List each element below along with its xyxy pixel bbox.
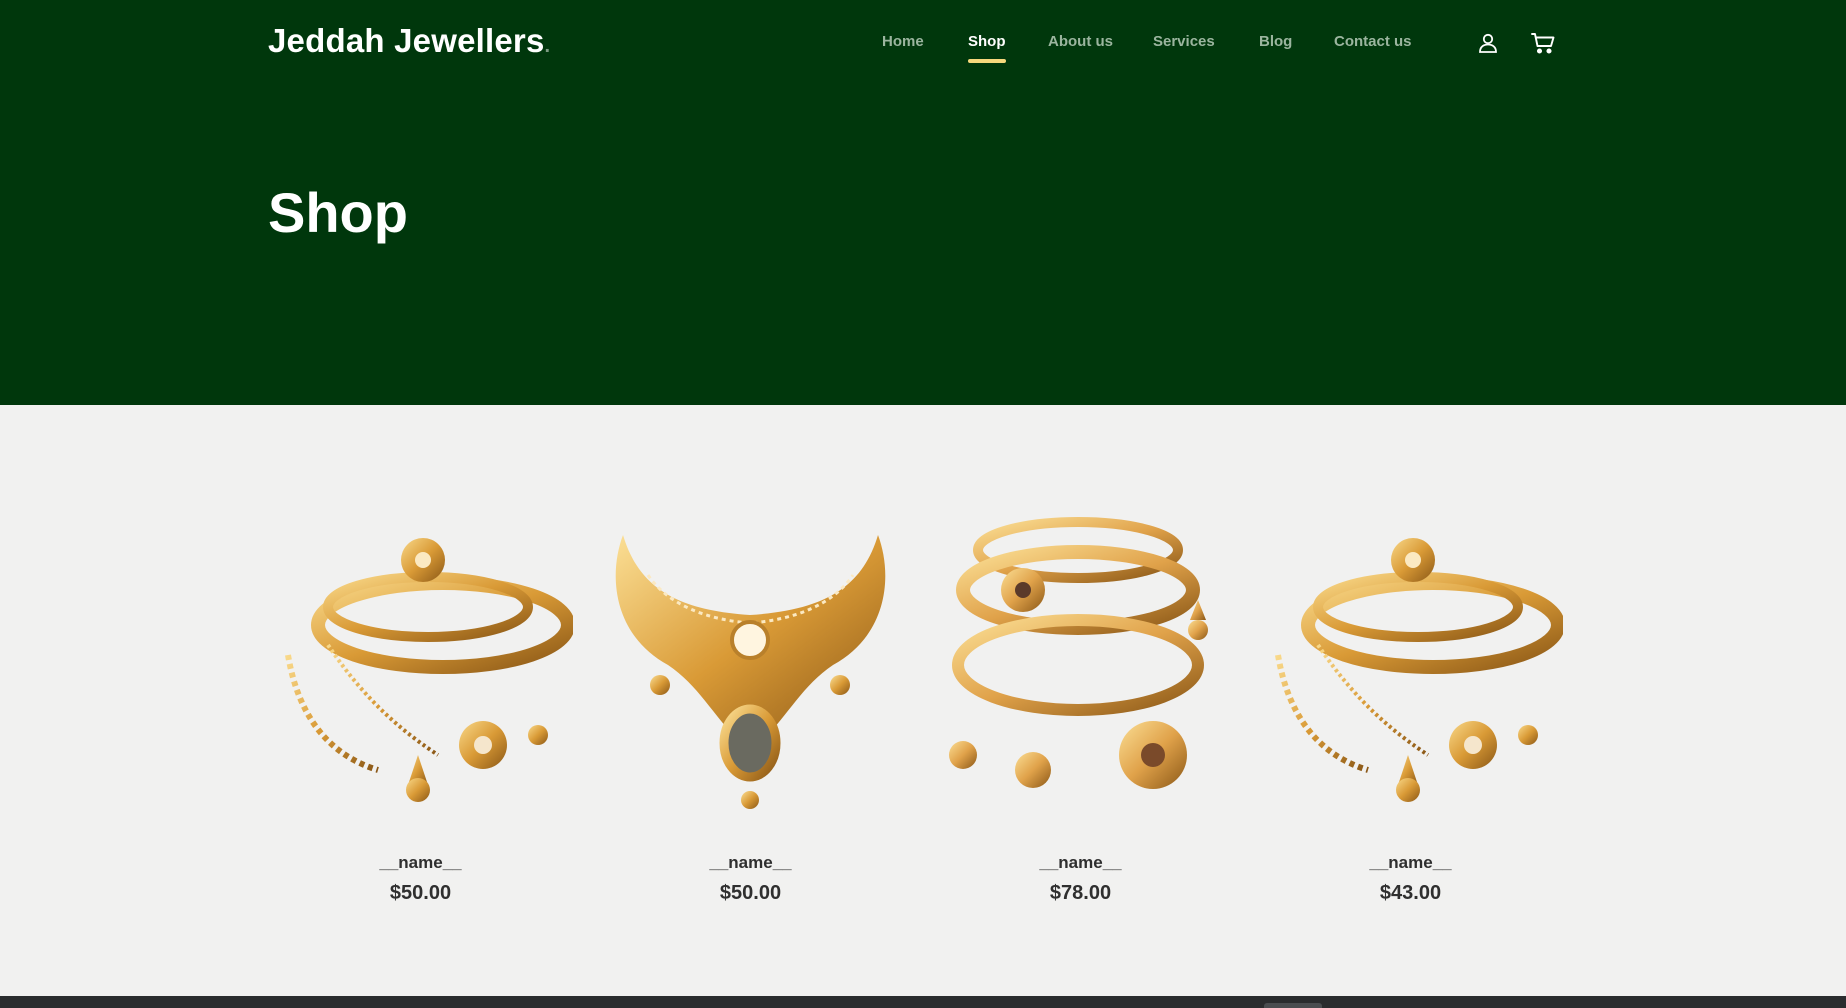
nav-item-contact-us[interactable]: Contact us [1334, 33, 1412, 50]
nav-item-services[interactable]: Services [1153, 33, 1215, 50]
product-card[interactable]: __name__ $78.00 [928, 515, 1233, 915]
hero-header: Jeddah Jewellers. Home Shop About us Ser… [0, 0, 1846, 405]
active-nav-underline [968, 59, 1006, 63]
nav-item-shop-label: Shop [968, 33, 1006, 50]
cart-icon [1531, 33, 1555, 54]
gold-bangles-earrings-image [949, 517, 1208, 789]
product-card[interactable]: __name__ $50.00 [598, 515, 903, 915]
product-name: __name__ [1039, 853, 1122, 872]
product-price: $43.00 [1379, 882, 1442, 904]
brand-logo[interactable]: Jeddah Jewellers. [268, 22, 550, 60]
product-card[interactable]: __name__ $50.00 [268, 515, 573, 915]
nav-item-about-us[interactable]: About us [1048, 33, 1113, 50]
user-icon [1479, 33, 1497, 53]
gold-necklace-image [615, 535, 886, 809]
product-card[interactable]: __name__ $43.00 [1258, 515, 1563, 915]
product-name: __name__ [379, 853, 462, 872]
nav-item-home[interactable]: Home [882, 33, 924, 50]
gold-bangles-jewelry-set-image [285, 538, 573, 802]
product-grid: __name__ $50.00 __name__ $50.00 __name__… [268, 515, 1588, 915]
nav-item-blog[interactable]: Blog [1259, 33, 1292, 50]
bottom-bar [0, 996, 1846, 1008]
page-title: Shop [268, 181, 408, 244]
product-price: $50.00 [719, 882, 782, 904]
product-price: $50.00 [389, 882, 452, 904]
nav-item-shop[interactable]: Shop [968, 33, 1006, 63]
product-name: __name__ [1369, 853, 1452, 872]
gold-bangles-jewelry-set-image [1275, 538, 1563, 802]
user-account-button[interactable] [1473, 28, 1503, 58]
product-price: $78.00 [1049, 882, 1112, 904]
product-name: __name__ [709, 853, 792, 872]
cart-button[interactable] [1528, 28, 1558, 58]
bottom-bar-handle [1264, 1003, 1322, 1008]
